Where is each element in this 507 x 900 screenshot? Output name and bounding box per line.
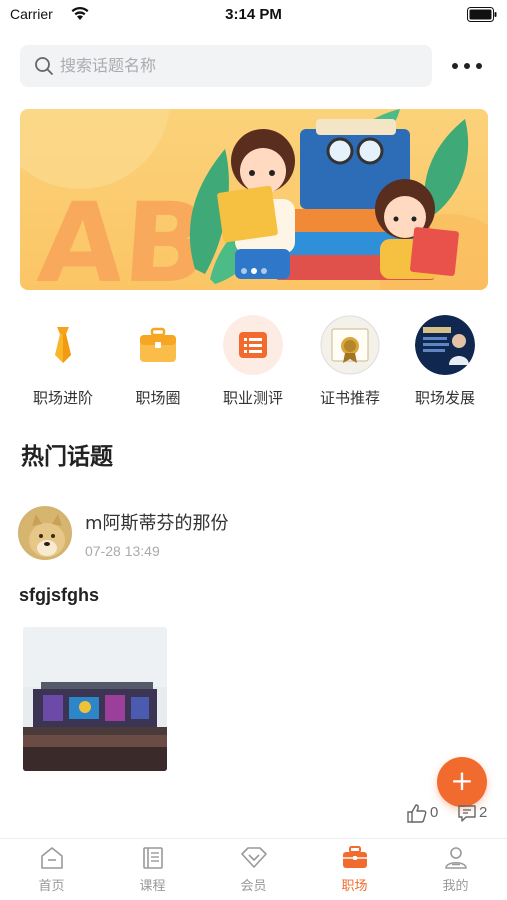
post-image[interactable] [23, 627, 167, 771]
category-label: 职业测评 [222, 389, 283, 407]
category-label: 职场圈 [135, 389, 181, 407]
carousel-dot[interactable] [241, 268, 247, 274]
tab-mine[interactable]: 我的 [405, 845, 506, 894]
add-post-button[interactable]: + [437, 757, 487, 807]
more-dot-icon [476, 63, 482, 69]
plus-icon: + [450, 764, 474, 797]
avatar[interactable] [18, 506, 72, 560]
category-career-development[interactable]: 职场发展 [397, 315, 493, 408]
vip-icon [240, 847, 267, 868]
category-certificate[interactable]: 证书推荐 [302, 315, 398, 408]
carousel-dot-active[interactable] [251, 268, 257, 274]
comment-icon [458, 805, 476, 822]
battery-icon [467, 7, 497, 22]
tie-icon [33, 315, 93, 375]
search-icon [35, 57, 53, 75]
tab-vip[interactable]: 会员 [203, 845, 304, 894]
tab-career[interactable]: 职场 [304, 845, 405, 894]
thumbs-up-icon [407, 804, 427, 823]
more-dot-icon [452, 63, 458, 69]
tab-label: 课程 [139, 879, 166, 894]
carousel-indicator[interactable] [20, 259, 488, 278]
category-career-circle[interactable]: 职场圈 [110, 315, 206, 408]
briefcase-icon [342, 846, 367, 868]
briefcase-icon [128, 315, 188, 375]
tab-label: 首页 [38, 879, 65, 894]
doge-avatar-image [20, 508, 70, 558]
section-title: 热门话题 [21, 444, 113, 470]
tab-label: 会员 [240, 879, 267, 894]
more-options-button[interactable] [450, 55, 484, 77]
list-icon [223, 315, 283, 375]
carousel-dot[interactable] [261, 268, 267, 274]
category-label: 职场进阶 [32, 389, 93, 407]
category-label: 职场发展 [414, 389, 475, 407]
book-icon [142, 847, 163, 869]
category-row: 职场进阶 职场圈 职业测评 证书推荐 职场发展 [0, 315, 507, 415]
tab-label: 我的 [442, 879, 469, 894]
category-career-assessment[interactable]: 职业测评 [205, 315, 301, 408]
certificate-icon [320, 315, 380, 375]
category-career-advance[interactable]: 职场进阶 [15, 315, 111, 408]
more-dot-icon [464, 63, 470, 69]
search-input[interactable]: 搜索话题名称 [20, 45, 432, 87]
post-title[interactable]: sfgjsfghs [19, 585, 99, 606]
category-label: 证书推荐 [319, 389, 380, 407]
status-bar: Carrier 3:14 PM [0, 0, 507, 32]
tab-label: 职场 [341, 879, 368, 894]
tab-home[interactable]: 首页 [1, 845, 102, 894]
concert-photo [23, 627, 167, 771]
tab-courses[interactable]: 课程 [102, 845, 203, 894]
post-time: 07-28 13:49 [85, 543, 160, 559]
career-poster-icon [415, 315, 475, 375]
post-author[interactable]: m阿斯蒂芬的那份 [85, 509, 229, 535]
bottom-tab-bar: 首页 课程 会员 职场 我的 [0, 838, 507, 900]
banner-carousel[interactable]: AB [20, 109, 488, 290]
like-count: 0 [430, 804, 439, 821]
search-placeholder: 搜索话题名称 [60, 56, 157, 75]
home-icon [40, 847, 63, 869]
user-icon [444, 847, 467, 869]
comment-count: 2 [479, 804, 488, 821]
clock: 3:14 PM [225, 6, 282, 23]
